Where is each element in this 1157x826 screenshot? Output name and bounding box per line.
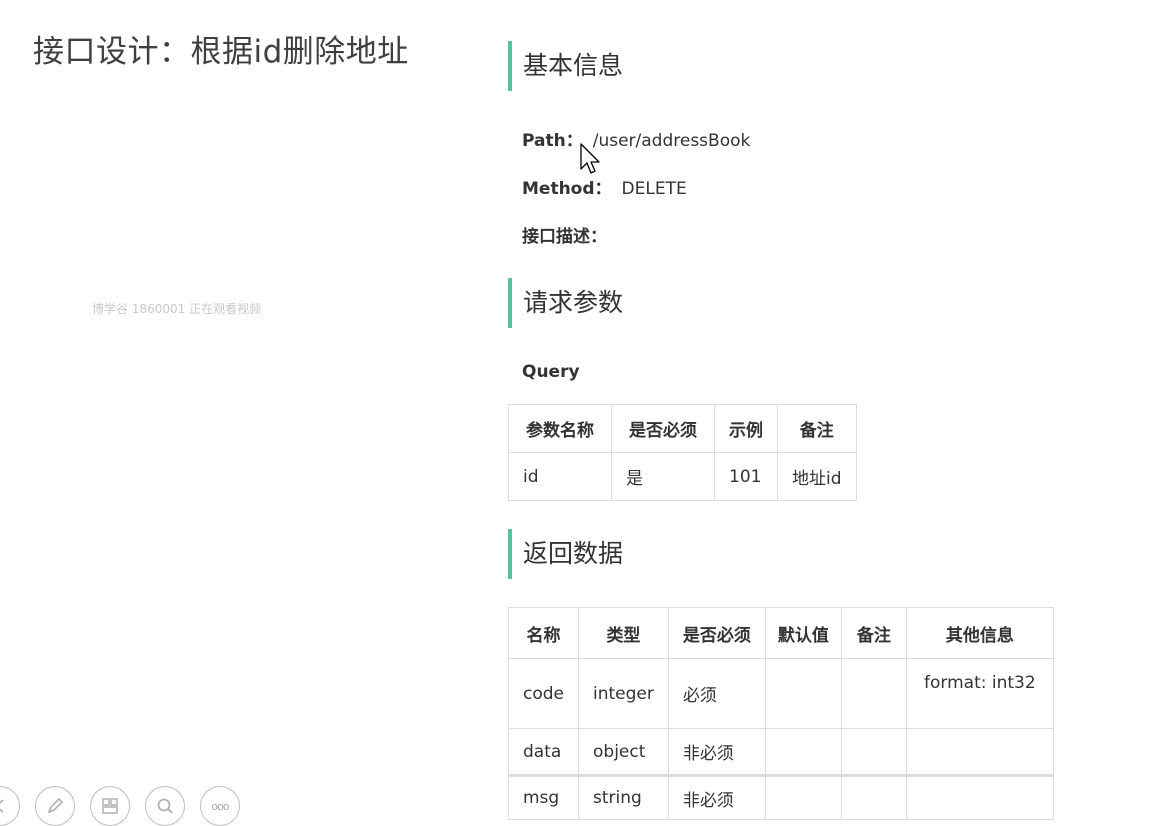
method-value: DELETE (621, 179, 687, 199)
table-cell: 必须 (667, 658, 766, 729)
table-cell (905, 775, 1054, 820)
table-cell: string (578, 775, 669, 820)
table-header-row: 参数名称 是否必须 示例 备注 (508, 404, 857, 453)
column-header: 是否必须 (667, 607, 766, 659)
layout-icon[interactable] (90, 786, 130, 826)
table-row: code integer 必须 format: int32 (508, 658, 1054, 729)
column-header: 示例 (714, 404, 778, 453)
table-cell: object (578, 728, 669, 777)
table-cell: msg (508, 775, 579, 820)
table-cell (764, 775, 842, 820)
column-header: 备注 (840, 607, 907, 659)
table-cell: 是 (611, 452, 715, 501)
description-row: 接口描述： (522, 222, 607, 247)
mouse-cursor-icon (580, 143, 600, 174)
table-cell: 非必须 (667, 775, 766, 820)
column-header: 名称 (508, 607, 579, 659)
column-header: 其他信息 (905, 607, 1054, 659)
column-header: 是否必须 (611, 404, 715, 453)
table-row: id 是 101 地址id (508, 452, 857, 501)
table-cell: integer (578, 658, 669, 729)
column-header: 备注 (777, 404, 857, 453)
table-cell (905, 728, 1054, 777)
column-header: 默认值 (764, 607, 842, 659)
column-header: 类型 (578, 607, 669, 659)
table-cell (764, 728, 842, 777)
query-params-table: 参数名称 是否必须 示例 备注 id 是 101 地址id (508, 404, 857, 501)
response-data-table: 名称 类型 是否必须 默认值 备注 其他信息 code integer 必须 f… (508, 607, 1054, 820)
path-row: Path： /user/addressBook (522, 126, 750, 151)
table-cell: 非必须 (667, 728, 766, 777)
more-label: ooo (211, 799, 229, 813)
back-icon[interactable] (0, 786, 20, 826)
table-cell: data (508, 728, 579, 777)
pen-icon[interactable] (35, 786, 75, 826)
table-cell (840, 658, 907, 729)
table-cell (764, 658, 842, 729)
table-cell (840, 728, 907, 777)
description-label: 接口描述： (522, 227, 607, 247)
presentation-toolbar: ooo (0, 786, 240, 826)
response-data-heading: 返回数据 (508, 529, 623, 579)
zoom-icon[interactable] (145, 786, 185, 826)
watermark: 博学谷 1860001 正在观看视频 (92, 302, 262, 316)
method-row: Method： DELETE (522, 174, 687, 199)
path-label: Path： (522, 131, 583, 151)
path-value: /user/addressBook (592, 131, 751, 151)
table-cell: 101 (714, 452, 778, 501)
slide-title: 接口设计：根据id删除地址 (33, 34, 409, 70)
table-cell: code (508, 658, 579, 729)
request-params-heading: 请求参数 (508, 278, 623, 328)
table-cell: id (508, 452, 612, 501)
table-cell: 地址id (777, 452, 857, 501)
more-icon[interactable]: ooo (200, 786, 240, 826)
table-header-row: 名称 类型 是否必须 默认值 备注 其他信息 (508, 607, 1054, 659)
basic-info-heading: 基本信息 (508, 41, 623, 91)
table-cell: format: int32 (905, 658, 1054, 729)
column-header: 参数名称 (508, 404, 612, 453)
table-row: data object 非必须 (508, 728, 1054, 777)
method-label: Method： (522, 179, 612, 199)
table-row: msg string 非必须 (508, 775, 1054, 820)
table-cell (840, 775, 907, 820)
query-label: Query (522, 362, 580, 382)
